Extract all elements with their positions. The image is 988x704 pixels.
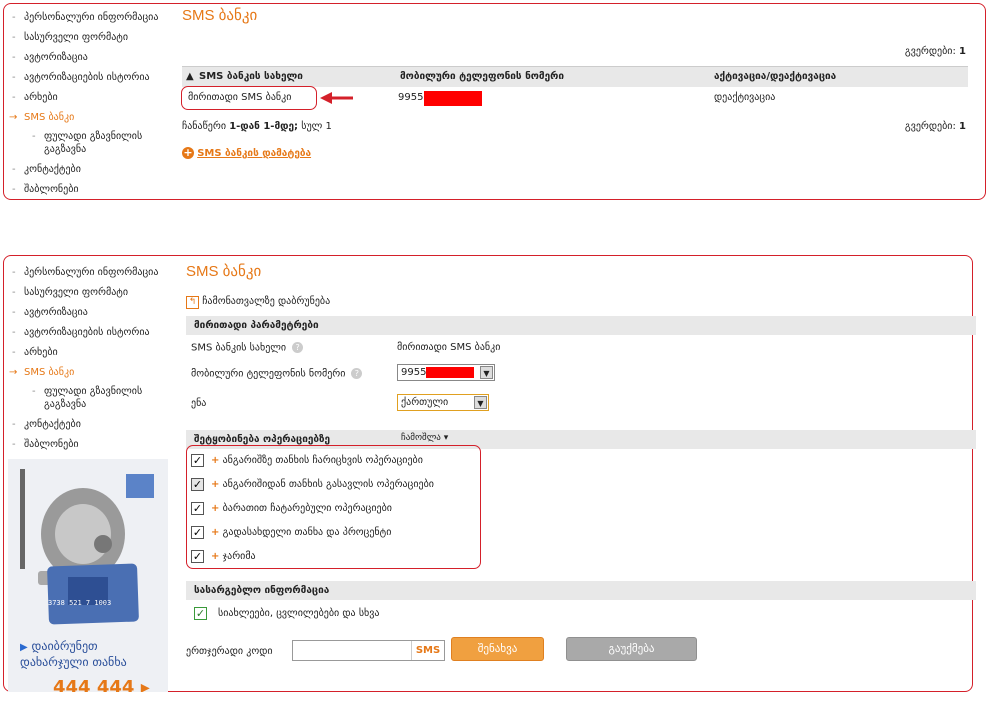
chevron-down-icon[interactable]: ▼: [480, 366, 493, 379]
operation-label: ჯარიმა: [222, 551, 256, 562]
column-header-name[interactable]: SMS ბანკის სახელი: [199, 67, 303, 87]
plus-icon[interactable]: +: [211, 551, 219, 562]
record-range: 1-დან 1-მდე;: [229, 121, 299, 132]
operation-label: გადასახდელი თანხა და პროცენტი: [222, 527, 392, 538]
help-icon[interactable]: ?: [351, 368, 363, 379]
pagination-top: გვერდები: 1: [905, 46, 966, 57]
operation-label: ბარათით ჩატარებული ოპერაციები: [222, 503, 392, 514]
sidebar-item-templates[interactable]: შაბლონები: [4, 180, 174, 200]
plus-circle-icon: +: [182, 146, 194, 159]
column-header-phone: მობილური ტელეფონის ნომერი: [400, 71, 565, 82]
pages-label: გვერდები:: [904, 46, 956, 57]
table-header: ▲ SMS ბანკის სახელი მობილური ტელეფონის ნ…: [182, 66, 968, 87]
highlight-row-name: [181, 86, 317, 110]
add-sms-bank-link[interactable]: SMS ბანკის დამატება: [197, 148, 311, 159]
language-select-value: ქართული: [401, 397, 449, 408]
sidebar-item-auth-history[interactable]: ავტორიზაციების ისტორია: [4, 323, 174, 343]
record-summary-prefix: ჩანაწერი: [182, 121, 226, 132]
name-label: SMS ბანკის სახელი?: [191, 342, 304, 354]
cashback-machine-illustration: [20, 469, 154, 625]
promo-text: ▶ დაიბრუნეთ დახარჯული თანხა: [20, 639, 127, 669]
sidebar-item-personal-info[interactable]: პერსონალური ინფორმაცია: [4, 263, 174, 283]
otp-input[interactable]: SMS: [292, 640, 445, 661]
operation-label: ანგარიშიდან თანხის გასავლის ოპერაციები: [222, 479, 434, 490]
sidebar-item-contacts[interactable]: კონტაქტები: [4, 160, 174, 180]
record-summary: ჩანაწერი 1-დან 1-მდე; სულ 1: [182, 121, 332, 132]
cancel-button[interactable]: გაუქმება: [566, 637, 697, 661]
red-arrow-icon: [320, 92, 353, 104]
plus-icon[interactable]: +: [211, 479, 219, 490]
sort-up-icon[interactable]: ▲: [186, 67, 194, 87]
save-button[interactable]: შენახვა: [451, 637, 544, 661]
sidebar-item-templates[interactable]: შაბლონები: [4, 435, 174, 455]
plus-icon[interactable]: +: [211, 503, 219, 514]
promo-card-number: 3738 521 7 1003: [48, 599, 112, 607]
language-label: ენა: [191, 398, 207, 409]
phone-label: მობილური ტელეფონის ნომერი?: [191, 368, 363, 380]
pages-value-bottom[interactable]: 1: [959, 121, 966, 132]
pagination-bottom: გვერდები: 1: [905, 121, 966, 132]
info-label: სიახლეები, ცვლილებები და სხვა: [218, 608, 380, 619]
sidebar-item-channels[interactable]: არხები: [4, 88, 174, 108]
sidebar-item-auth-history[interactable]: ავტორიზაციების ისტორია: [4, 68, 174, 88]
sidebar-item-contacts[interactable]: კონტაქტები: [4, 415, 174, 435]
redacted-phone: [426, 367, 474, 378]
operation-checkbox[interactable]: ✓: [191, 454, 204, 467]
info-checkbox[interactable]: ✓: [194, 607, 207, 620]
plus-icon[interactable]: +: [211, 455, 219, 466]
pages-value[interactable]: 1: [959, 46, 966, 57]
plus-icon[interactable]: +: [211, 527, 219, 538]
sidebar-item-channels[interactable]: არხები: [4, 343, 174, 363]
notify-toggle[interactable]: ჩამოშლა ▾: [401, 433, 448, 443]
sidebar-item-personal-info[interactable]: პერსონალური ინფორმაცია: [4, 8, 174, 28]
promo-banner[interactable]: 3738 521 7 1003 ▶ დაიბრუნეთ დახარჯული თა…: [8, 459, 168, 692]
language-select[interactable]: ქართული ▼: [397, 394, 489, 411]
row-phone: 9955: [398, 92, 424, 103]
back-arrow-icon: ↰: [186, 296, 199, 309]
sms-button[interactable]: SMS: [411, 641, 444, 660]
otp-label: ერთჯერადი კოდი: [186, 646, 273, 657]
back-to-list-link[interactable]: ჩამონათვალზე დაბრუნება: [202, 296, 330, 307]
sidebar-item-authorization[interactable]: ავტორიზაცია: [4, 48, 174, 68]
edit-page-title: SMS ბანკი: [186, 263, 262, 280]
row-status-link[interactable]: დეაქტივაცია: [714, 88, 775, 108]
chevron-down-icon[interactable]: ▼: [474, 396, 487, 409]
caret-down-icon: ▾: [443, 433, 449, 443]
play-icon: ▶: [20, 642, 28, 653]
help-icon[interactable]: ?: [292, 342, 304, 353]
sidebar-nav-bottom: პერსონალური ინფორმაცია სასურველი ფორმატი…: [4, 263, 174, 455]
add-sms-bank[interactable]: + SMS ბანკის დამატება: [182, 147, 311, 159]
promo-line-1: დაიბრუნეთ: [31, 639, 98, 653]
name-value: მირითადი SMS ბანკი: [397, 342, 501, 353]
sidebar-item-format[interactable]: სასურველი ფორმატი: [4, 283, 174, 303]
info-header: სასარგებლო ინფორმაცია: [186, 581, 976, 600]
record-total: სულ 1: [301, 121, 332, 132]
main-params-header: მირითადი პარამეტრები: [186, 316, 976, 335]
operation-label: ანგარიშზე თანხის ჩარიცხვის ოპერაციები: [222, 455, 423, 466]
phone-select-value: 9955: [401, 367, 427, 378]
redacted-phone: [424, 91, 482, 106]
operation-checkbox[interactable]: ✓: [191, 502, 204, 515]
sidebar-item-format[interactable]: სასურველი ფორმატი: [4, 28, 174, 48]
operation-checkbox[interactable]: ✓: [191, 526, 204, 539]
sidebar-nav-top: პერსონალური ინფორმაცია სასურველი ფორმატი…: [4, 8, 174, 200]
pages-label-bottom: გვერდები:: [904, 121, 956, 132]
back-to-list[interactable]: ↰ ჩამონათვალზე დაბრუნება: [186, 296, 330, 309]
operation-checkbox[interactable]: ✓: [191, 478, 204, 491]
sidebar-item-money-transfer[interactable]: ფულადი გზავნილის გაგზავნა: [4, 383, 174, 415]
column-header-activation: აქტივაცია/დეაქტივაცია: [714, 71, 837, 82]
promo-phone: 444 444 ▸: [53, 677, 150, 692]
sidebar-item-sms-bank[interactable]: SMS ბანკი: [4, 363, 174, 383]
page-title: SMS ბანკი: [182, 7, 258, 24]
sidebar-item-authorization[interactable]: ავტორიზაცია: [4, 303, 174, 323]
sidebar-item-sms-bank[interactable]: SMS ბანკი: [4, 108, 174, 128]
operation-checkbox[interactable]: ✓: [191, 550, 204, 563]
sidebar-item-money-transfer[interactable]: ფულადი გზავნილის გაგზავნა: [4, 128, 174, 160]
promo-line-2: დახარჯული თანხა: [20, 655, 127, 669]
